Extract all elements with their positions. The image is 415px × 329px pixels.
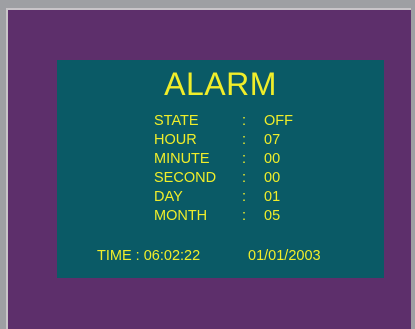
screen-frame: ALARM STATE : OFF HOUR : 07 MINUTE : 00 … bbox=[6, 8, 411, 329]
field-label: MINUTE bbox=[154, 151, 210, 167]
time-readout: TIME : 06:02:22 bbox=[97, 248, 201, 264]
field-value: 07 bbox=[264, 132, 281, 148]
field-separator: : bbox=[242, 132, 247, 148]
field-separator: : bbox=[242, 208, 247, 224]
field-label: STATE bbox=[154, 113, 199, 129]
field-separator: : bbox=[242, 189, 247, 205]
screen-title: ALARM bbox=[164, 66, 277, 102]
field-separator: : bbox=[242, 151, 247, 167]
date-readout: 01/01/2003 bbox=[248, 248, 321, 264]
field-label: SECOND bbox=[154, 170, 217, 186]
field-value: 00 bbox=[264, 170, 281, 186]
field-label: HOUR bbox=[154, 132, 197, 148]
field-value: OFF bbox=[264, 113, 293, 129]
field-label: DAY bbox=[154, 189, 183, 205]
field-separator: : bbox=[242, 113, 247, 129]
field-value: 05 bbox=[264, 208, 281, 224]
field-value: 00 bbox=[264, 151, 281, 167]
field-label: MONTH bbox=[154, 208, 208, 224]
field-value: 01 bbox=[264, 189, 281, 205]
alarm-panel: ALARM STATE : OFF HOUR : 07 MINUTE : 00 … bbox=[57, 60, 384, 278]
field-separator: : bbox=[242, 170, 247, 186]
